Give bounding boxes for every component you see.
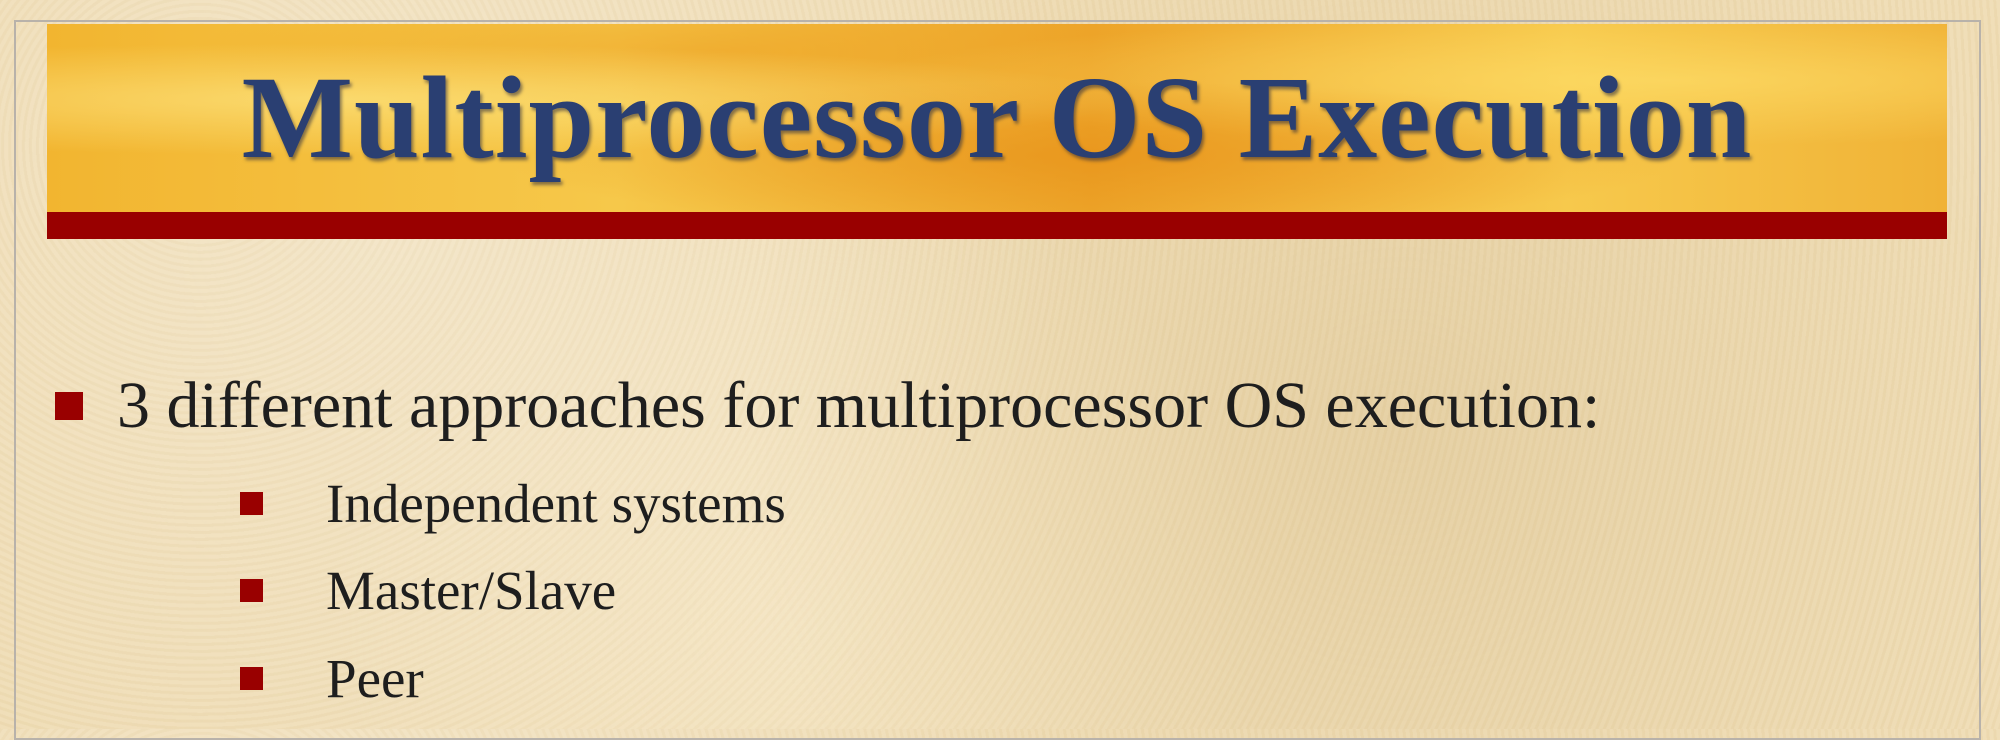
- square-bullet-icon: [240, 491, 263, 515]
- bullet-item: 3 different approaches for multiprocesso…: [55, 366, 1600, 446]
- sub-bullet-text: Peer: [326, 647, 424, 709]
- bullet-text: 3 different approaches for multiprocesso…: [117, 369, 1601, 442]
- square-bullet-icon: [240, 578, 263, 602]
- square-bullet-icon: [55, 392, 83, 420]
- square-bullet-icon: [240, 666, 263, 690]
- slide-content: 3 different approaches for multiprocesso…: [0, 0, 2000, 729]
- sub-bullet-item: Master/Slave: [240, 555, 616, 625]
- sub-bullet-text: Master/Slave: [326, 559, 617, 621]
- sub-bullet-item: Independent systems: [240, 468, 786, 538]
- sub-bullet-text: Independent systems: [326, 472, 786, 534]
- sub-bullet-item: Peer: [240, 643, 424, 713]
